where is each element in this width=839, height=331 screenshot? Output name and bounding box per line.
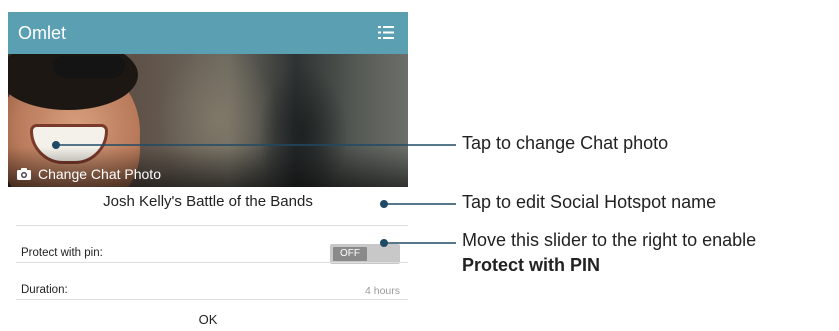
change-photo-label: Change Chat Photo <box>38 166 161 182</box>
divider <box>16 299 408 300</box>
list-menu-icon[interactable] <box>378 26 394 39</box>
callout-slider-emphasis: Protect with PIN <box>462 255 601 275</box>
ok-button[interactable]: OK <box>8 308 408 331</box>
app-bar: Omlet <box>8 12 408 54</box>
app-title: Omlet <box>18 23 67 43</box>
chat-name-field[interactable]: Josh Kelly's Battle of the Bands <box>8 193 408 210</box>
duration-label: Duration: <box>21 284 68 296</box>
callout-name-text: Tap to edit Social Hotspot name <box>462 192 717 212</box>
divider <box>16 225 408 226</box>
callout-slider-text: Move this slider to the right to enable <box>462 230 757 250</box>
omlet-screen: Omlet Change Chat Photo Josh Kelly's Bat… <box>8 12 408 331</box>
duration-value[interactable]: 4 hours <box>365 285 400 297</box>
divider <box>16 262 408 263</box>
protect-pin-label: Protect with pin: <box>21 247 103 259</box>
camera-icon <box>17 168 31 180</box>
toggle-off-indicator: OFF <box>333 247 367 261</box>
protect-pin-toggle[interactable]: OFF <box>330 244 400 264</box>
sunglasses <box>53 56 125 78</box>
change-photo-button[interactable]: Change Chat Photo <box>17 164 161 184</box>
callout-photo-text: Tap to change Chat photo <box>462 133 669 153</box>
